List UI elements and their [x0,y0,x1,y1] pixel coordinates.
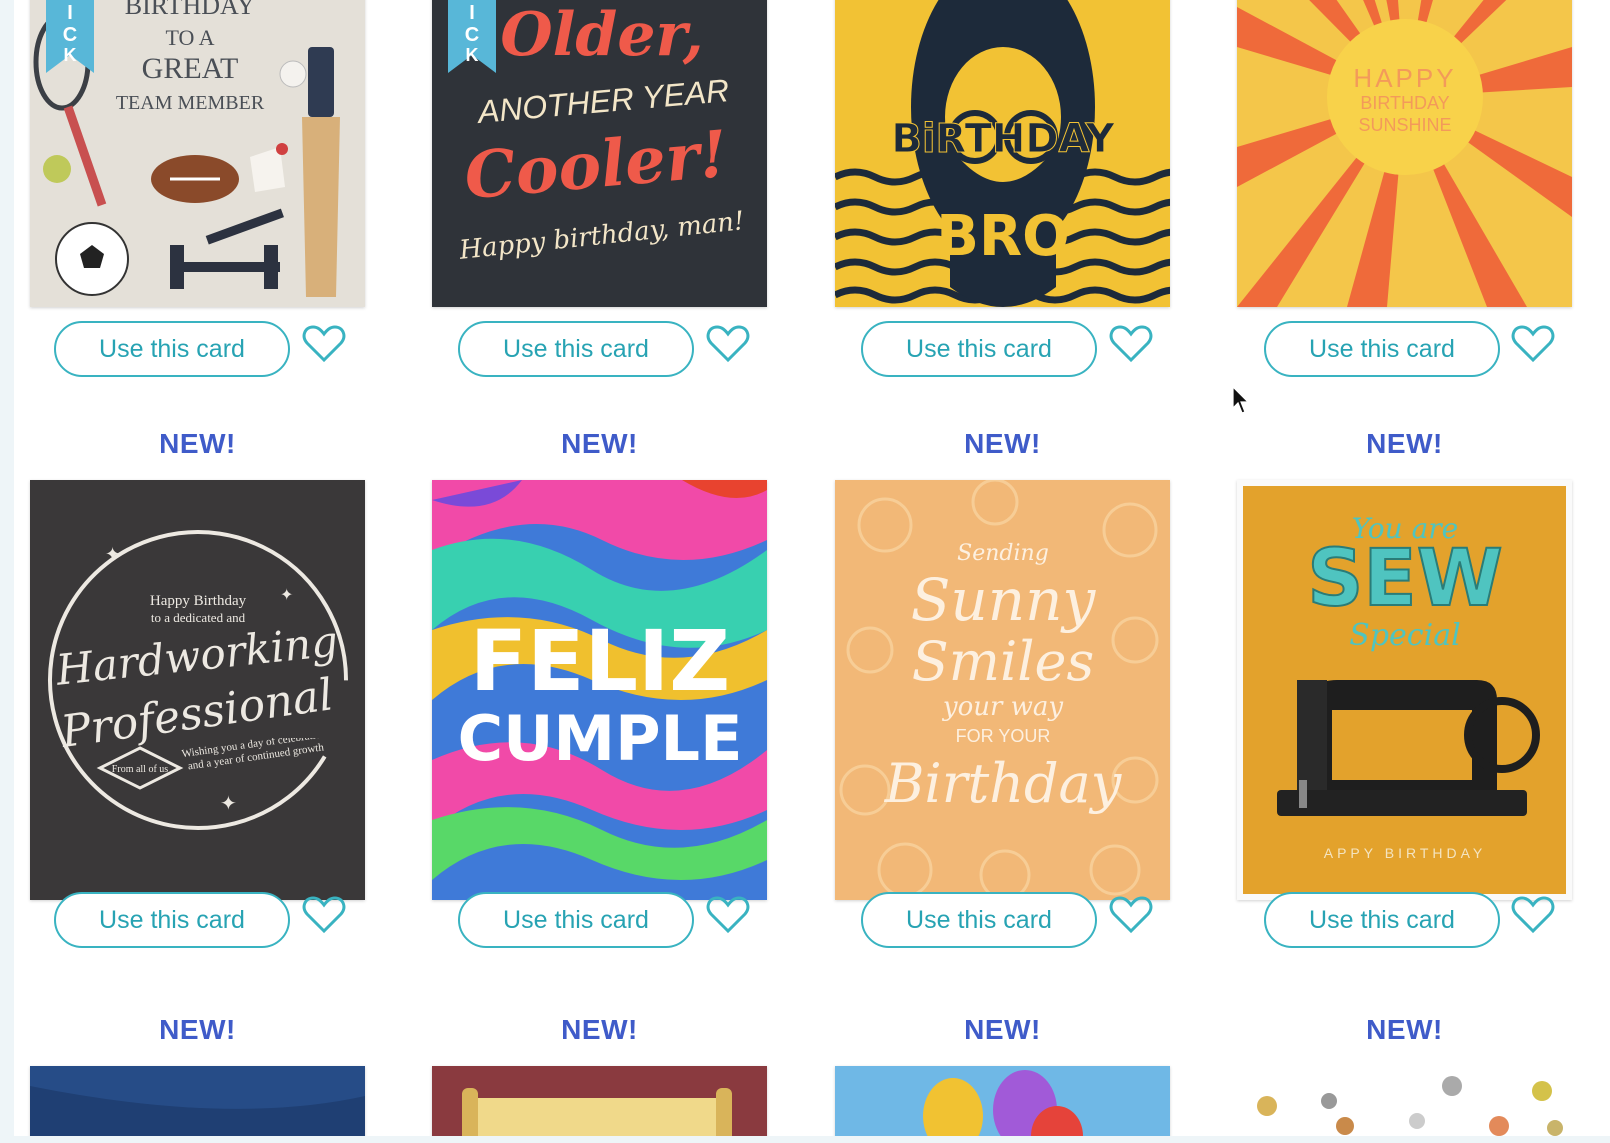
svg-text:From all of us: From all of us [112,764,168,775]
svg-text:Smiles: Smiles [912,630,1094,693]
card-image-sunny-smiles[interactable]: Sending Sunny Smiles your way FOR YOUR B… [835,480,1170,900]
heart-icon[interactable] [1109,324,1153,364]
new-badge: NEW! [1366,428,1443,459]
svg-text:your way: your way [942,692,1064,722]
svg-text:BRO: BRO [936,204,1069,269]
svg-text:Happy Birthday: Happy Birthday [150,593,247,609]
use-this-card-button[interactable]: Use this card [1264,321,1500,377]
card-image-hardworking-professional[interactable]: Happy Birthday to a dedicated and Hardwo… [30,480,365,900]
new-badge: NEW! [159,1014,236,1045]
svg-text:FOR YOUR: FOR YOUR [956,726,1051,746]
new-badge: NEW! [159,428,236,459]
svg-text:K: K [466,45,479,65]
heart-icon[interactable] [1109,895,1153,935]
heart-icon[interactable] [302,324,346,364]
new-badge: NEW! [561,1014,638,1045]
use-this-card-button[interactable]: Use this card [54,321,290,377]
svg-text:FELIZ: FELIZ [470,612,730,710]
use-this-card-button[interactable]: Use this card [458,321,694,377]
svg-text:Birthday: Birthday [884,752,1123,815]
svg-text:I: I [67,2,73,24]
svg-text:✦: ✦ [105,544,120,564]
new-badge: NEW! [964,1014,1041,1045]
card-image-sunshine[interactable]: HAPPY BIRTHDAY SUNSHINE [1237,0,1572,307]
card-image-partial-balloons[interactable] [835,1066,1170,1136]
heart-icon[interactable] [1511,324,1555,364]
svg-text:BIRTHDAY: BIRTHDAY [1360,93,1449,113]
svg-text:✦: ✦ [280,587,293,604]
svg-text:TO A: TO A [165,25,214,50]
heart-icon[interactable] [302,895,346,935]
svg-text:GREAT: GREAT [142,52,239,85]
svg-text:Sending: Sending [957,541,1049,566]
svg-text:APPY BIRTHDAY: APPY BIRTHDAY [1324,845,1486,861]
svg-text:BiRTHDAY: BiRTHDAY [891,116,1115,162]
svg-text:SEW: SEW [1307,534,1503,624]
card-grid: BIRTHDAY TO A GREAT TEAM MEMBER I C K Us… [14,0,1610,1136]
svg-text:C: C [465,24,479,46]
svg-text:✦: ✦ [220,793,237,815]
use-this-card-button[interactable]: Use this card [1264,892,1500,948]
svg-text:Sunny: Sunny [911,566,1097,634]
card-image-partial-blue[interactable] [30,1066,365,1136]
use-this-card-button[interactable]: Use this card [458,892,694,948]
svg-text:BIRTHDAY: BIRTHDAY [125,0,256,20]
heart-icon[interactable] [706,895,750,935]
svg-text:HAPPY: HAPPY [1353,63,1456,93]
heart-icon[interactable] [1511,895,1555,935]
card-image-partial-scroll[interactable] [432,1066,767,1136]
card-image-partial-confetti[interactable] [1237,1066,1572,1136]
svg-text:Older,: Older, [500,0,703,70]
new-badge: NEW! [1366,1014,1443,1045]
svg-text:CUMPLE: CUMPLE [458,702,743,775]
heart-icon[interactable] [706,324,750,364]
svg-text:TEAM MEMBER: TEAM MEMBER [116,92,265,114]
card-image-older-cooler[interactable]: Older, ANOTHER YEAR Cooler! Happy birthd… [432,0,767,307]
use-this-card-button[interactable]: Use this card [861,892,1097,948]
svg-text:Special: Special [1349,618,1460,653]
use-this-card-button[interactable]: Use this card [54,892,290,948]
svg-text:SUNSHINE: SUNSHINE [1358,115,1451,135]
mouse-cursor-icon [1232,386,1250,414]
card-image-birthday-bro[interactable]: BiRTHDAY BRO [835,0,1170,307]
svg-text:I: I [469,2,475,24]
card-image-sew-special[interactable]: You are SEW Special APPY BIRTHDAY [1237,480,1572,900]
card-image-team-member[interactable]: BIRTHDAY TO A GREAT TEAM MEMBER I C K [30,0,365,307]
new-badge: NEW! [964,428,1041,459]
card-image-feliz-cumple[interactable]: FELIZ CUMPLE [432,480,767,900]
new-badge: NEW! [561,428,638,459]
svg-text:K: K [64,45,77,65]
svg-text:to a dedicated and: to a dedicated and [151,610,246,625]
use-this-card-button[interactable]: Use this card [861,321,1097,377]
svg-text:C: C [63,24,77,46]
